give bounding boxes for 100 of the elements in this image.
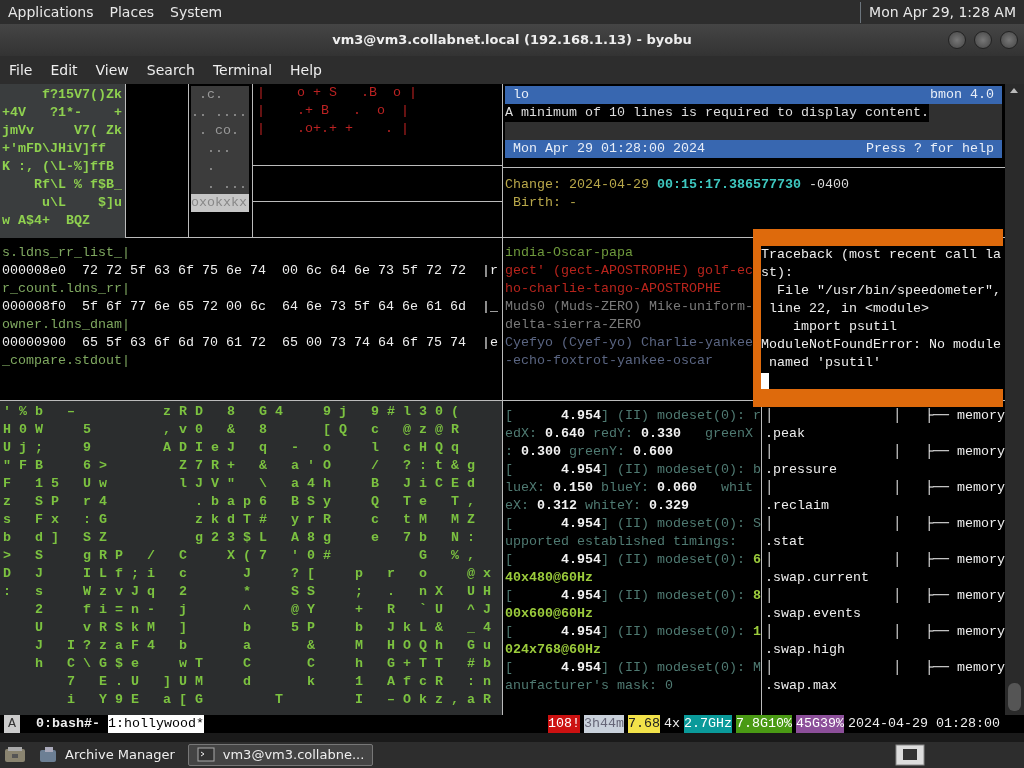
traceback-line: import psutil: [792, 318, 898, 336]
status-indicator: 7.8G10%: [736, 715, 793, 733]
matrix-rain-line: "FB 6> Z7R+ & a'O / ?:t&g: [3, 457, 484, 475]
window-title: vm3@vm3.collabnet.local (192.168.1.13) - byobu: [332, 31, 692, 50]
show-desktop-icon[interactable]: [4, 746, 26, 764]
status-indicator: 7.68: [628, 715, 661, 733]
panel-menu[interactable]: Applications: [0, 1, 102, 23]
tree-line: .stat: [765, 533, 806, 551]
menu-item[interactable]: Help: [281, 59, 331, 81]
matrix-rain-line: 2 fi=n- j ^ @Y + R `U ^J: [34, 601, 500, 619]
matrix-rain-line: H0W 5 ,v0 & 8 [Q c @z@R: [3, 421, 468, 439]
tree-line: .peak: [765, 425, 806, 443]
matrix-rain-line: s Fx :G zkdT# yrR c tM MZ: [3, 511, 484, 529]
tree-line: .swap.high: [765, 641, 846, 659]
log-line: 024x768@60Hz: [505, 641, 602, 659]
word-line: -echo-foxtrot-yankee-oscar: [505, 352, 714, 370]
tree-line: .swap.max: [765, 677, 838, 695]
session-label: A: [4, 715, 20, 733]
word-line: india-Oscar-papa: [505, 244, 634, 262]
log-line: edX: 0.640 redY: 0.330 greenX: [505, 425, 754, 443]
menu-item[interactable]: View: [86, 59, 138, 81]
log-line: 00x600@60Hz: [505, 605, 594, 623]
menu-item[interactable]: Edit: [41, 59, 87, 81]
maximize-button[interactable]: [974, 31, 992, 49]
matrix-text-line: w A$4+ BQZ: [2, 212, 91, 230]
tree-line: │ │ ├── memory: [765, 551, 1005, 569]
matrix-text-line: +'mFD\JHiV]ff: [2, 140, 107, 158]
menu-item[interactable]: File: [0, 59, 42, 81]
status-indicator: 2.7GHz: [684, 715, 733, 733]
minimize-button[interactable]: [948, 31, 966, 49]
log-line: [ 4.954] (II) modeset(0): S: [505, 515, 762, 533]
log-line: [ 4.954] (II) modeset(0): 8: [505, 587, 762, 605]
clock-label[interactable]: Mon Apr 29, 1:28 AM: [860, 1, 1024, 23]
window-tab[interactable]: 1:hollywood*: [108, 715, 204, 733]
matrix-rain-line: z SP r4 .bap6 BSy Q Te T,: [3, 493, 484, 511]
version-label: bmon 4.0: [930, 86, 994, 104]
log-line: anufacturer's mask: 0: [505, 677, 674, 695]
timezone-label: -0400: [808, 177, 849, 192]
tree-line: .swap.events: [765, 605, 862, 623]
status-indicator: 3h44m: [584, 715, 625, 733]
log-line: eX: 0.312 whiteY: 0.329: [505, 497, 690, 515]
scroll-bar[interactable]: [1005, 84, 1024, 715]
matrix-text-line: Rf\L % f$B_: [33, 176, 123, 194]
tree-line: .reclaim: [765, 497, 830, 515]
tree-line: │ │ ├── memory: [765, 587, 1005, 605]
traceback-line: File "/usr/bin/speedometer",: [776, 282, 1002, 300]
hexdump-line: s.ldns_rr_list_|: [2, 244, 131, 262]
tree-line: │ │ ├── memory: [765, 407, 1005, 425]
hexdump-line: _compare.stdout|: [2, 352, 131, 370]
change-time: 00:15:17.386577730: [657, 177, 801, 192]
terminal-icon[interactable]: [196, 746, 215, 764]
randomart-line: | .o+.+ + . |: [256, 120, 410, 138]
log-line: [ 4.954] (II) modeset(0): 6: [505, 551, 762, 569]
matrix-text-line: jmVv V7( Zk: [2, 122, 123, 140]
status-indicator: 45G39%: [796, 715, 845, 733]
traceback-line: named 'psutil': [768, 354, 882, 372]
randomart-line: | .+ B . o |: [256, 102, 410, 120]
archive-icon[interactable]: [39, 746, 57, 764]
word-line: Muds0 (Muds-ZERO) Mike-uniform-: [505, 298, 751, 316]
panel-menu[interactable]: Places: [101, 1, 163, 23]
hexdump-line: r_count.ldns_rr|: [2, 280, 131, 298]
matrix-rain-line: U vRSkM ] b 5P b JkL& _4: [34, 619, 500, 637]
message-text: A minimum of 10 lines is required to display content.: [505, 104, 929, 122]
date-time-label: 2024-04-29 01:28:00: [848, 715, 1000, 733]
menu-item[interactable]: Search: [137, 59, 204, 81]
tree-line: .pressure: [765, 461, 838, 479]
matrix-rain-line: '%b – zRD 8 G4 9j 9#l30(: [3, 403, 468, 421]
matrix-text-line: u\L $]u: [41, 194, 123, 212]
log-line: [ 4.954] (II) modeset(0): b: [505, 461, 762, 479]
panel-menu[interactable]: System: [162, 1, 231, 23]
taskbar-button[interactable]: Archive Manager: [30, 744, 184, 766]
matrix-rain-line: h C\G$e wT C C h G+TT #b: [34, 655, 500, 673]
workspace-switcher-icon[interactable]: [895, 744, 925, 766]
menu-item[interactable]: Terminal: [203, 59, 282, 81]
word-line: ho-charlie-tango-APOSTROPHE: [505, 280, 722, 298]
tree-line: │ │ ├── memory: [765, 479, 1005, 497]
window-tab[interactable]: 0:bash#-: [36, 715, 100, 733]
matrix-rain-line: b d] SZ g23$L A8g e 7b N:: [3, 529, 484, 547]
tree-line: .swap.current: [765, 569, 870, 587]
randomart-line: | o + S .B o |: [256, 84, 418, 102]
hexdump-line: owner.ldns_dnam|: [2, 316, 131, 334]
matrix-text-line: +4V ?1*- +: [2, 104, 123, 122]
hexdump-line: 000008e0 72 72 5f 63 6f 75 6e 74 00 6c 64 6e 73 5f 72 72 |r: [2, 262, 499, 280]
word-line: gect' (gect-APOSTROPHE) golf-ec: [505, 262, 751, 280]
log-line: : 0.300 greenY: 0.600: [505, 443, 674, 461]
close-button[interactable]: [1000, 31, 1018, 49]
log-line: [ 4.954] (II) modeset(0): M: [505, 659, 762, 677]
matrix-rain-line: : s WzvJq 2 * SS ; . nX UH: [3, 583, 500, 601]
matrix-rain-line: F 15 Uw lJV" \ a4h B JiCEd: [3, 475, 484, 493]
matrix-text-line: K :, (\L-%]ffB: [2, 158, 115, 176]
log-line: 40x480@60Hz: [505, 569, 594, 587]
matrix-rain-line: J I?zaF4 b a & M HOQh Gu: [34, 637, 500, 655]
status-indicator: 4x: [664, 715, 681, 733]
taskbar-button[interactable]: vm3@vm3.collabne...: [187, 744, 374, 766]
log-line: [ 4.954] (II) modeset(0): 1: [505, 623, 762, 641]
tree-line: │ │ ├── memory: [765, 623, 1005, 641]
date-label: Mon Apr 29 01:28:00 2024: [513, 140, 705, 158]
log-line: [ 4.954] (II) modeset(0): r: [505, 407, 762, 425]
log-line: upported established timings:: [505, 533, 738, 551]
matrix-rain-line: Uj; 9 ADIeJ q - o l cHQq: [3, 439, 468, 457]
